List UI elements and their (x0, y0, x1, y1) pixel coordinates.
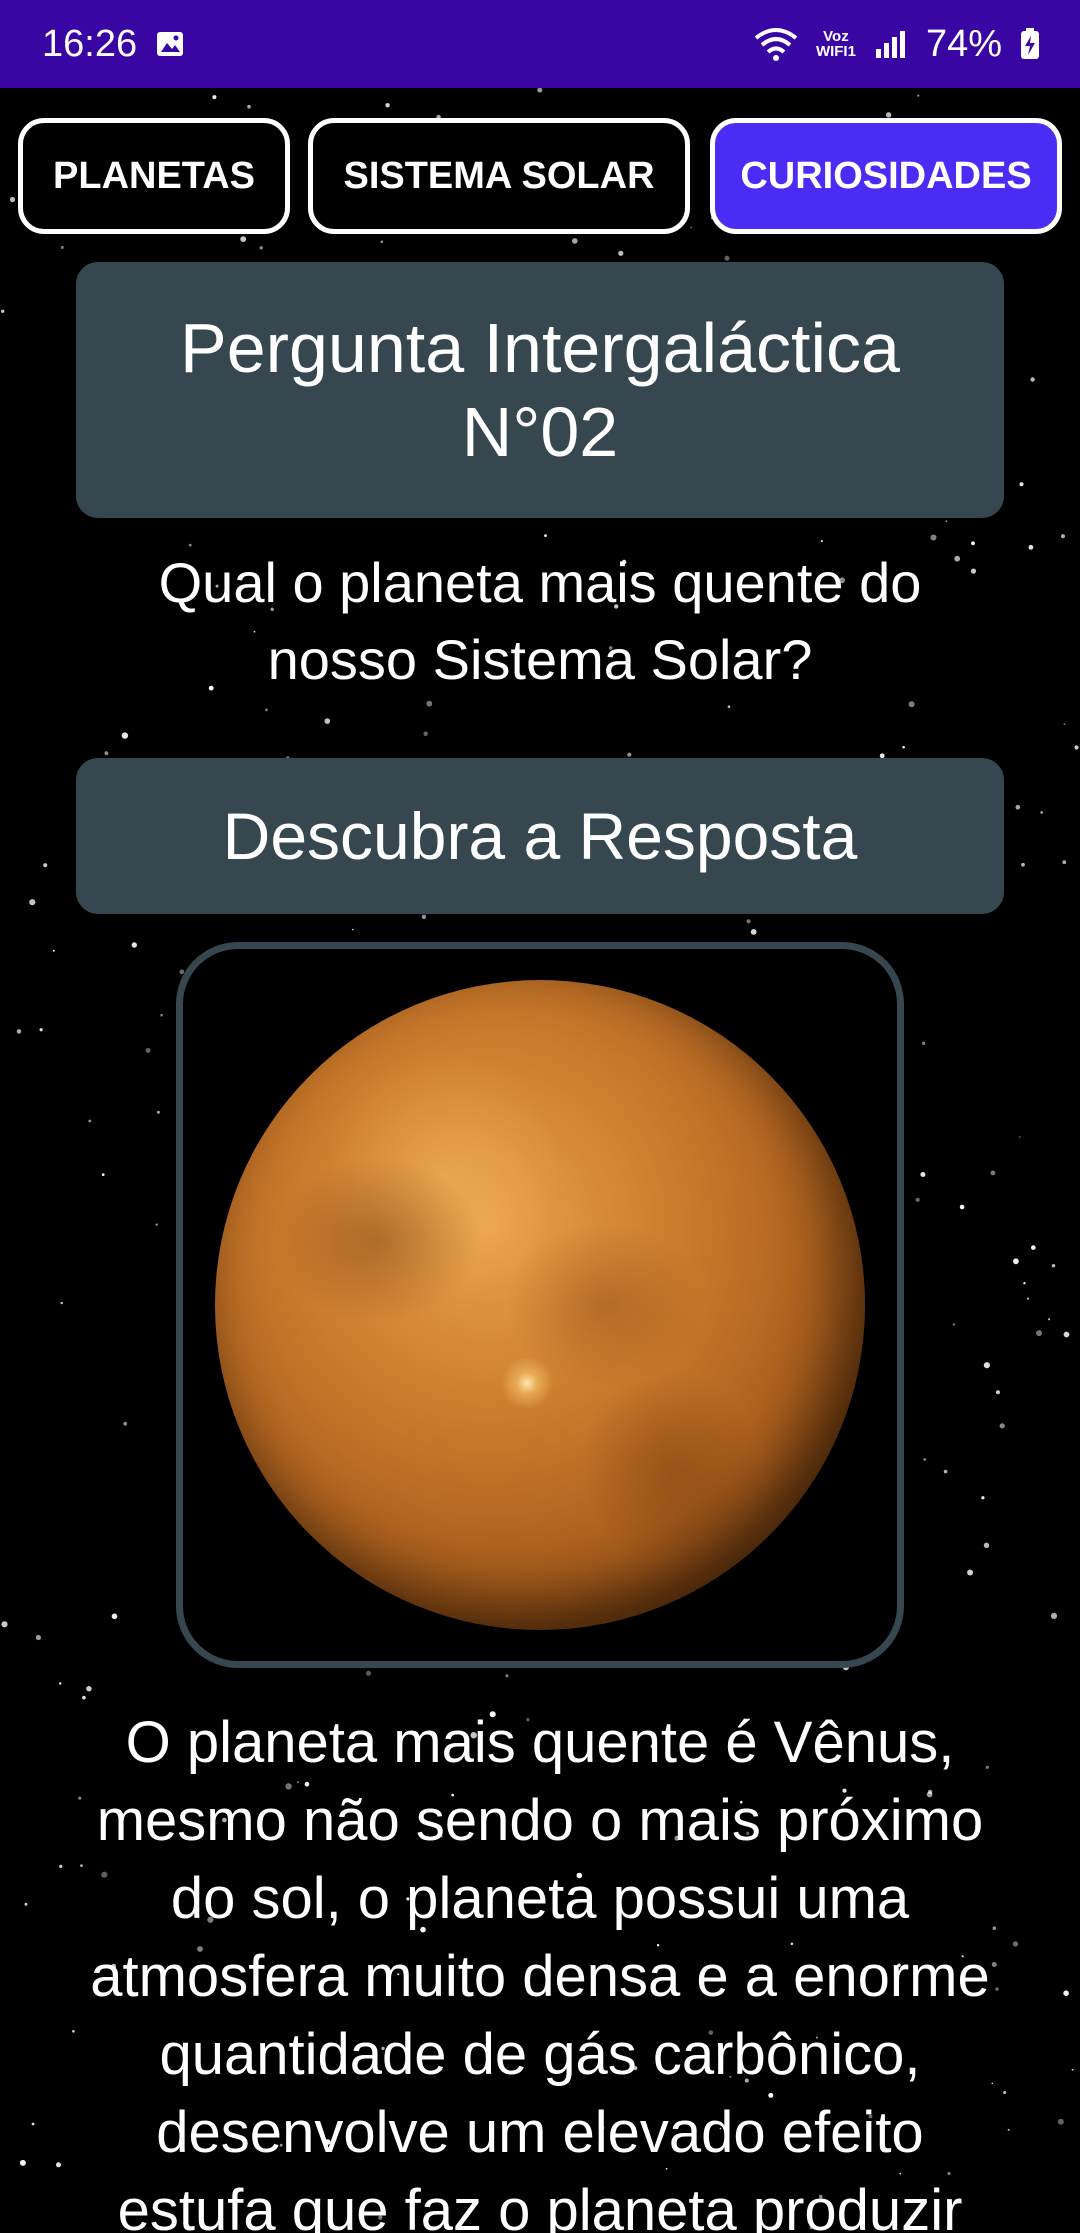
planet-image-frame (176, 942, 904, 1668)
question-title: Pergunta Intergaláctica (180, 309, 900, 387)
tab-planetas[interactable]: PLANETAS (18, 118, 290, 234)
wifi-icon (754, 28, 798, 61)
question-number: N°02 (461, 393, 619, 471)
tab-sistema-solar[interactable]: SISTEMA SOLAR (308, 118, 690, 234)
battery-percent: 74% (925, 22, 1002, 65)
answer-text: O planeta mais quente é Vênus, mesmo não… (90, 1710, 990, 2233)
voz-wifi-indicator: Voz WIFI1 (815, 28, 856, 60)
question-text: Qual o planeta mais quente do nosso Sist… (158, 551, 922, 691)
signal-bars-icon (875, 31, 905, 58)
top-tab-bar: PLANETAS SISTEMA SOLAR CURIOSIDADES (18, 118, 1062, 234)
battery-charging-icon (1021, 28, 1039, 59)
question-title-card: Pergunta Intergaláctica N°02 (76, 262, 1004, 518)
image-icon (157, 32, 184, 56)
status-bar: 16:26 Voz WIFI1 74% (0, 0, 1080, 88)
clock: 16:26 (42, 22, 138, 65)
tab-curiosidades[interactable]: CURIOSIDADES (710, 118, 1062, 234)
reveal-answer-button[interactable]: Descubra a Resposta (76, 758, 1004, 914)
venus-image (215, 980, 865, 1630)
